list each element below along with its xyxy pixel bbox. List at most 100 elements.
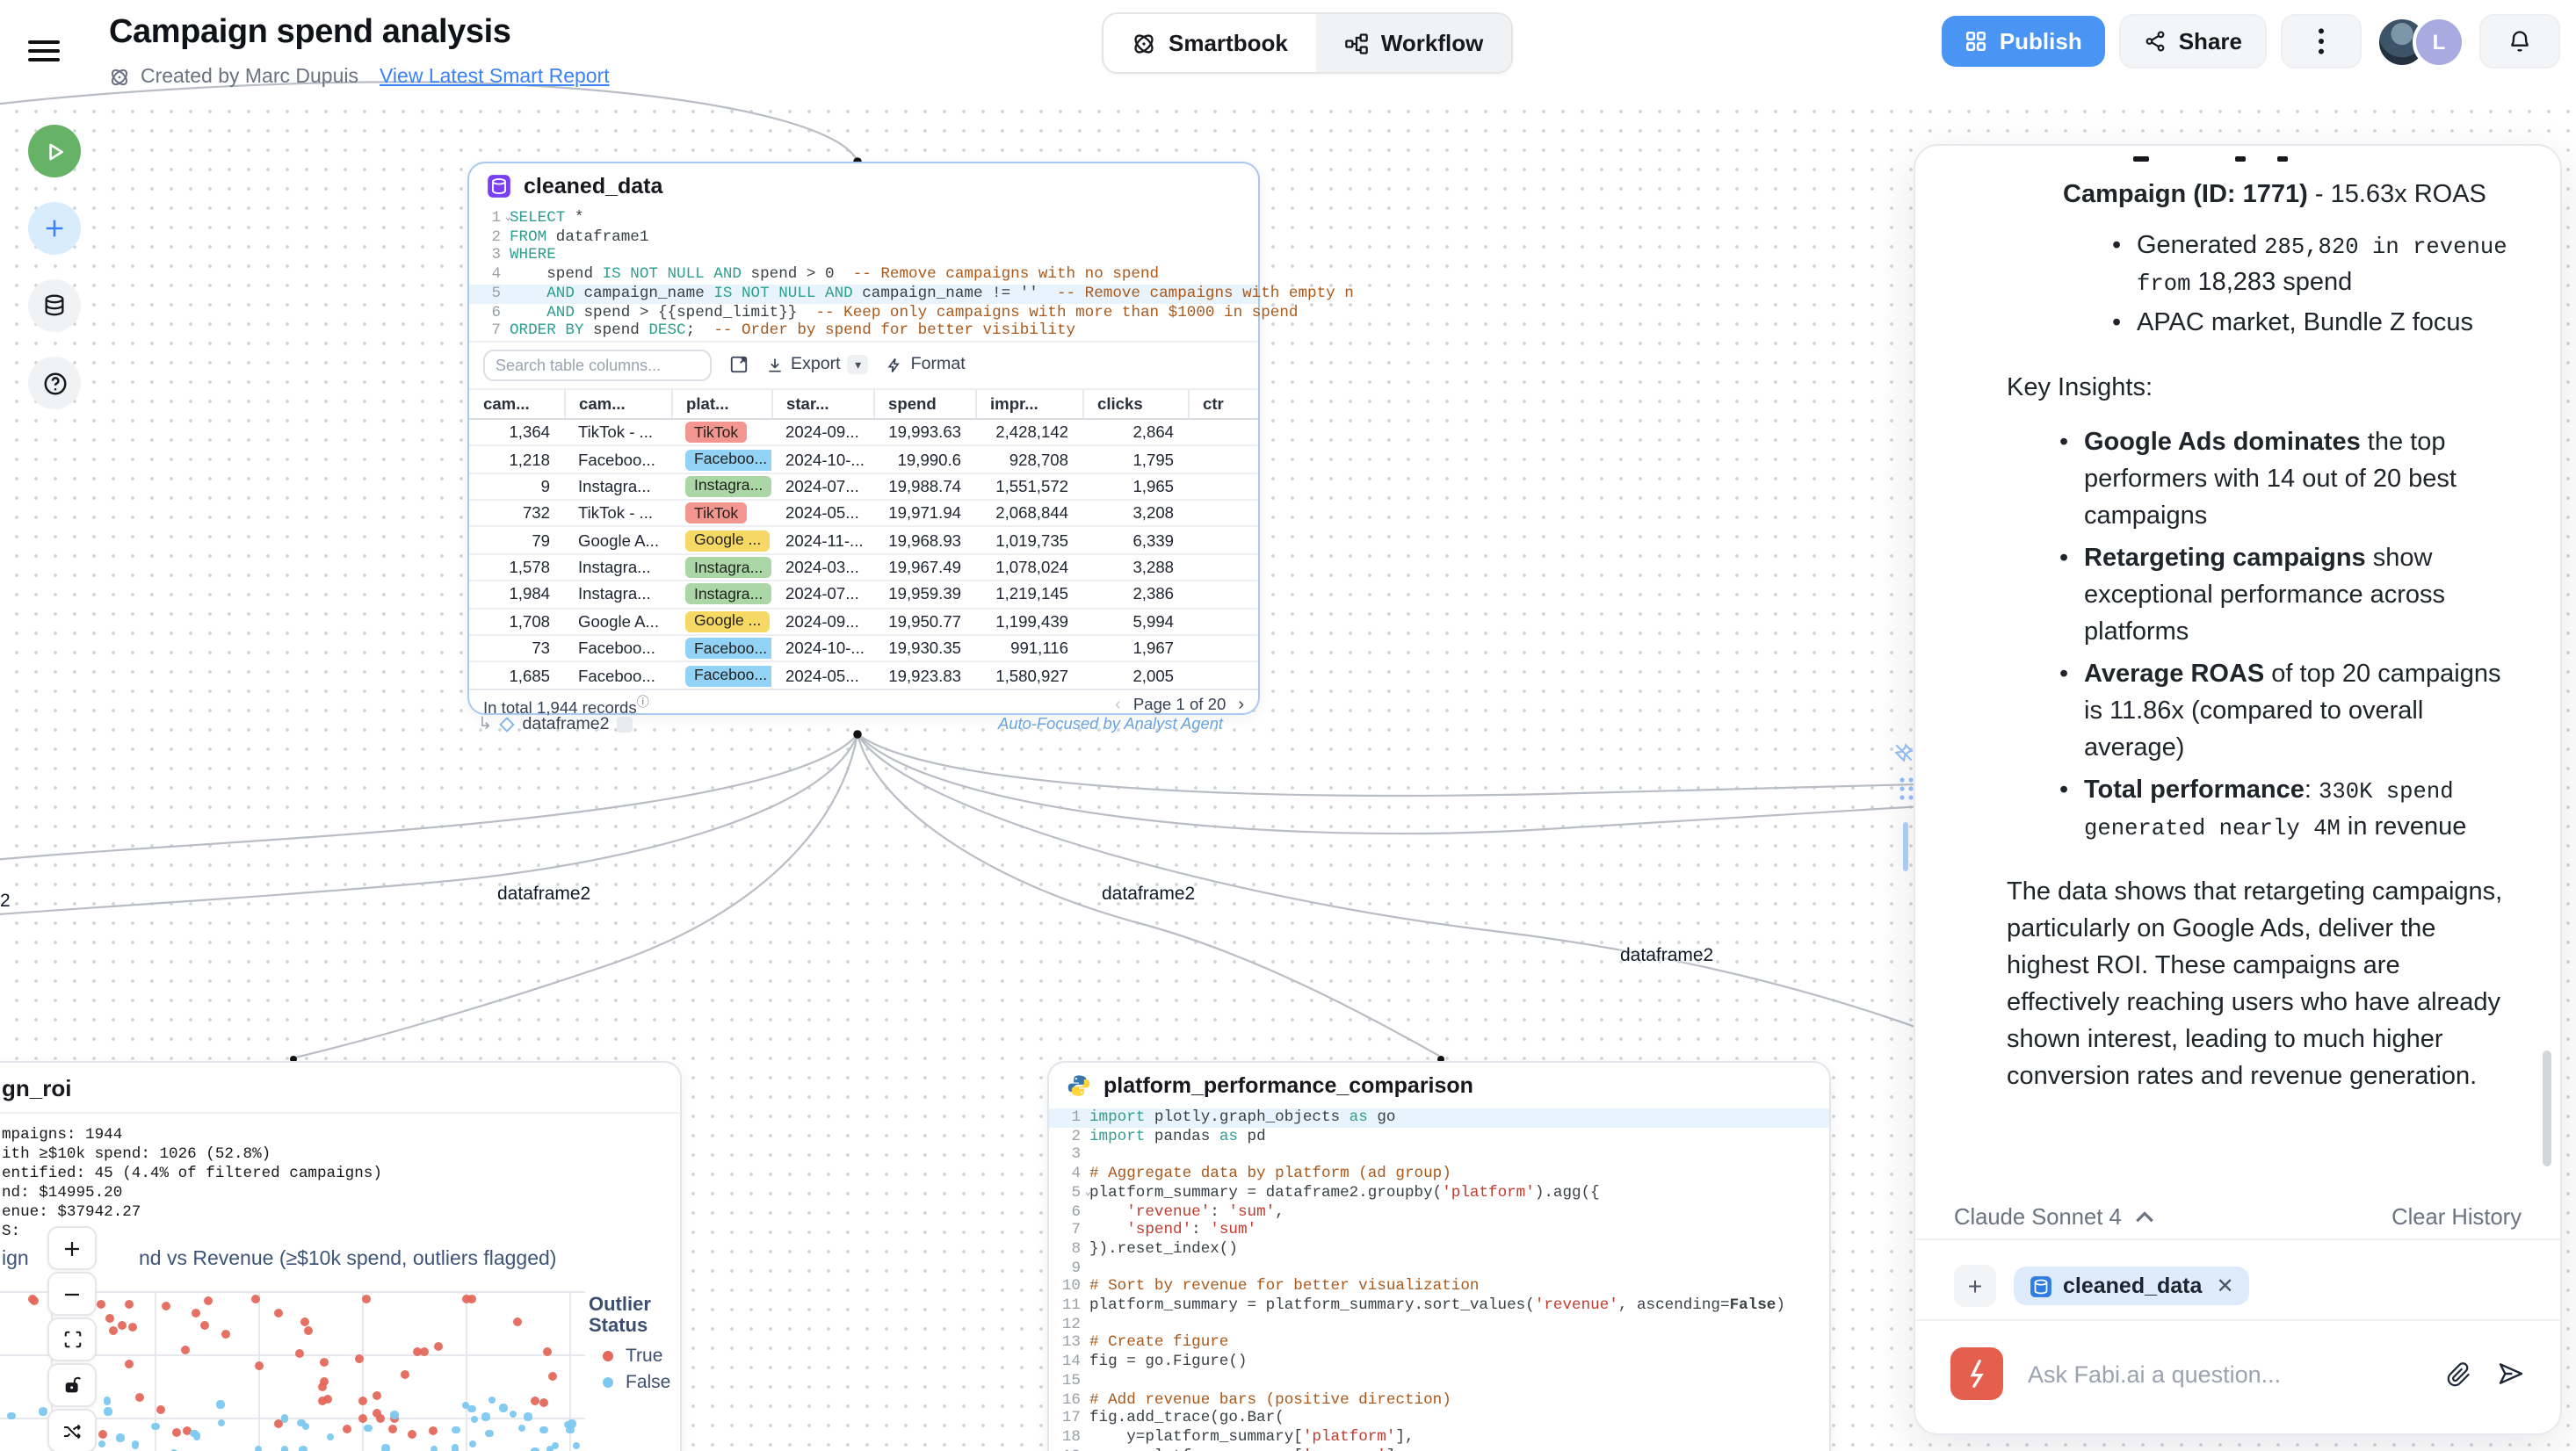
python-code-editor[interactable]: 1import plotly.graph_objects as go2impor… xyxy=(1049,1108,1829,1451)
legend-item-true[interactable]: True xyxy=(603,1346,680,1367)
result-table[interactable]: cam...cam...plat...star...spendimpr...cl… xyxy=(469,388,1258,689)
scatter-point xyxy=(193,1433,201,1440)
column-header[interactable]: plat... xyxy=(671,389,771,419)
shuffle-layout-button[interactable] xyxy=(47,1409,97,1451)
table-row[interactable]: 1,708Google A...Google ...2024-09...19,9… xyxy=(469,608,1258,635)
code-line[interactable]: 7 'spend': 'sum' xyxy=(1049,1221,1829,1239)
column-header[interactable]: spend xyxy=(873,389,975,419)
code-line[interactable]: 11platform_summary = platform_summary.so… xyxy=(1049,1296,1829,1315)
code-line[interactable]: 3WHERE xyxy=(469,247,1258,265)
send-icon[interactable] xyxy=(2497,1360,2525,1388)
model-selector[interactable]: Claude Sonnet 4 xyxy=(1954,1202,2155,1229)
lock-canvas-button[interactable] xyxy=(47,1363,97,1407)
panel-resize-handle[interactable] xyxy=(1903,822,1907,871)
code-line[interactable]: 1import plotly.graph_objects as go xyxy=(1049,1108,1829,1127)
table-row[interactable]: 9Instagra...Instagra...2024-07...19,988.… xyxy=(469,473,1258,500)
column-header[interactable]: ctr xyxy=(1188,389,1258,419)
view-latest-smart-report-link[interactable]: View Latest Smart Report xyxy=(380,67,610,88)
format-label: Format xyxy=(911,356,966,375)
chip-remove-icon[interactable]: ✕ xyxy=(2216,1274,2233,1298)
legend-dot-false xyxy=(603,1377,613,1388)
code-line[interactable]: 5⌄platform_summary = dataframe2.groupby(… xyxy=(1049,1184,1829,1202)
format-button[interactable]: Format xyxy=(886,356,966,375)
code-line[interactable]: 4 spend IS NOT NULL AND spend > 0 -- Rem… xyxy=(469,265,1258,284)
expand-table-icon[interactable] xyxy=(729,356,749,375)
platform-badge: Instagra... xyxy=(685,557,771,578)
table-row[interactable]: 73Faceboo...Faceboo...2024-10-...19,930.… xyxy=(469,635,1258,662)
table-row[interactable]: 732TikTok - ...TikTok2024-05...19,971.94… xyxy=(469,500,1258,527)
drag-handle-icon[interactable] xyxy=(1898,776,1915,801)
table-cell xyxy=(1188,419,1258,446)
next-page-icon[interactable]: › xyxy=(1238,696,1244,715)
code-line[interactable]: 4# Aggregate data by platform (ad group) xyxy=(1049,1165,1829,1183)
code-line[interactable]: 2import pandas as pd xyxy=(1049,1127,1829,1145)
table-row[interactable]: 1,984Instagra...Instagra...2024-07...19,… xyxy=(469,581,1258,609)
table-row[interactable]: 1,685Faceboo...Faceboo...2024-05...19,92… xyxy=(469,662,1258,689)
code-line[interactable]: 18 y=platform_summary['platform'], xyxy=(1049,1428,1829,1447)
code-line[interactable]: 7ORDER BY spend DESC; -- Order by spend … xyxy=(469,321,1258,340)
run-workflow-button[interactable] xyxy=(28,125,81,177)
help-button[interactable] xyxy=(28,357,81,409)
output-handle[interactable] xyxy=(617,717,633,733)
scatter-point xyxy=(317,1383,326,1392)
code-line[interactable]: 16# Add revenue bars (positive direction… xyxy=(1049,1390,1829,1409)
ask-question-input[interactable] xyxy=(2024,1359,2425,1389)
code-line[interactable]: 6 AND spend > {{spend_limit}} -- Keep on… xyxy=(469,303,1258,321)
table-row[interactable]: 1,218Faceboo...Faceboo...2024-10-...19,9… xyxy=(469,446,1258,473)
code-line[interactable]: 2FROM dataframe1 xyxy=(469,227,1258,246)
legend-item-false[interactable]: False xyxy=(603,1372,680,1393)
code-line[interactable]: 15 xyxy=(1049,1372,1829,1390)
scatter-point xyxy=(152,1423,160,1431)
zoom-in-button[interactable] xyxy=(47,1226,97,1270)
code-line[interactable]: 12 xyxy=(1049,1315,1829,1333)
zoom-out-button[interactable] xyxy=(47,1272,97,1316)
data-sources-button[interactable] xyxy=(28,279,81,332)
export-chevron-icon[interactable]: ▾ xyxy=(848,356,869,375)
table-row[interactable]: 79Google A...Google ...2024-11-...19,968… xyxy=(469,527,1258,554)
column-header[interactable]: clicks xyxy=(1082,389,1188,419)
panel-scrollbar[interactable] xyxy=(2543,1050,2551,1166)
search-table-columns-input[interactable] xyxy=(483,350,712,381)
avatar-letter[interactable]: L xyxy=(2413,15,2465,68)
table-cell: 1,078,024 xyxy=(975,554,1082,581)
code-line[interactable]: 5 AND campaign_name IS NOT NULL AND camp… xyxy=(469,285,1258,303)
code-line[interactable]: 13# Create figure xyxy=(1049,1334,1829,1353)
add-node-button[interactable] xyxy=(28,202,81,255)
share-button[interactable]: Share xyxy=(2119,14,2267,69)
export-button[interactable]: Export ▾ xyxy=(766,356,869,375)
notifications-button[interactable] xyxy=(2479,14,2560,69)
sql-code-editor[interactable]: 1⌄SELECT *2FROM dataframe13WHERE4 spend … xyxy=(469,209,1258,341)
code-line[interactable]: 17fig.add_trace(go.Bar( xyxy=(1049,1410,1829,1428)
more-options-button[interactable] xyxy=(2281,14,2362,69)
node-campaign-roi[interactable]: gn_roi mpaigns: 1944 ith ≥$10k spend: 10… xyxy=(0,1061,682,1451)
unpin-panel-icon[interactable] xyxy=(1892,741,1915,764)
node-cleaned-data[interactable]: cleaned_data 1⌄SELECT *2FROM dataframe13… xyxy=(467,162,1260,715)
code-line[interactable]: 9 xyxy=(1049,1259,1829,1277)
code-line[interactable]: 8}).reset_index() xyxy=(1049,1240,1829,1259)
fit-view-button[interactable] xyxy=(47,1317,97,1361)
code-line[interactable]: 10# Sort by revenue for better visualiza… xyxy=(1049,1278,1829,1296)
tab-smartbook[interactable]: Smartbook xyxy=(1103,14,1316,72)
output-dataframe-label[interactable]: dataframe2 xyxy=(522,715,609,734)
tab-workflow[interactable]: Workflow xyxy=(1316,14,1512,72)
code-line[interactable]: 3 xyxy=(1049,1146,1829,1165)
code-line[interactable]: 6 'revenue': 'sum', xyxy=(1049,1202,1829,1221)
column-header[interactable]: cam... xyxy=(564,389,671,419)
context-chip-cleaned-data[interactable]: cleaned_data ✕ xyxy=(2014,1267,2250,1305)
code-line[interactable]: 14fig = go.Figure() xyxy=(1049,1353,1829,1371)
publish-button[interactable]: Publish xyxy=(1942,16,2105,67)
prev-page-icon[interactable]: ‹ xyxy=(1115,696,1121,715)
column-header[interactable]: cam... xyxy=(469,389,564,419)
hamburger-menu-icon[interactable] xyxy=(28,35,60,60)
column-header[interactable]: impr... xyxy=(975,389,1082,419)
add-context-button[interactable]: + xyxy=(1954,1265,1996,1307)
attachment-icon[interactable] xyxy=(2446,1361,2472,1387)
code-line[interactable]: 19 x=platform_summary['revenue'], xyxy=(1049,1447,1829,1451)
clear-history-button[interactable]: Clear History xyxy=(2391,1202,2522,1229)
code-line[interactable]: 1⌄SELECT * xyxy=(469,209,1258,227)
column-header[interactable]: star... xyxy=(771,389,873,419)
table-row[interactable]: 1,578Instagra...Instagra...2024-03...19,… xyxy=(469,554,1258,581)
scatter-point xyxy=(452,1444,459,1451)
table-row[interactable]: 1,364TikTok - ...TikTok2024-09...19,993.… xyxy=(469,419,1258,446)
node-platform-performance-comparison[interactable]: platform_performance_comparison 1import … xyxy=(1047,1061,1831,1451)
